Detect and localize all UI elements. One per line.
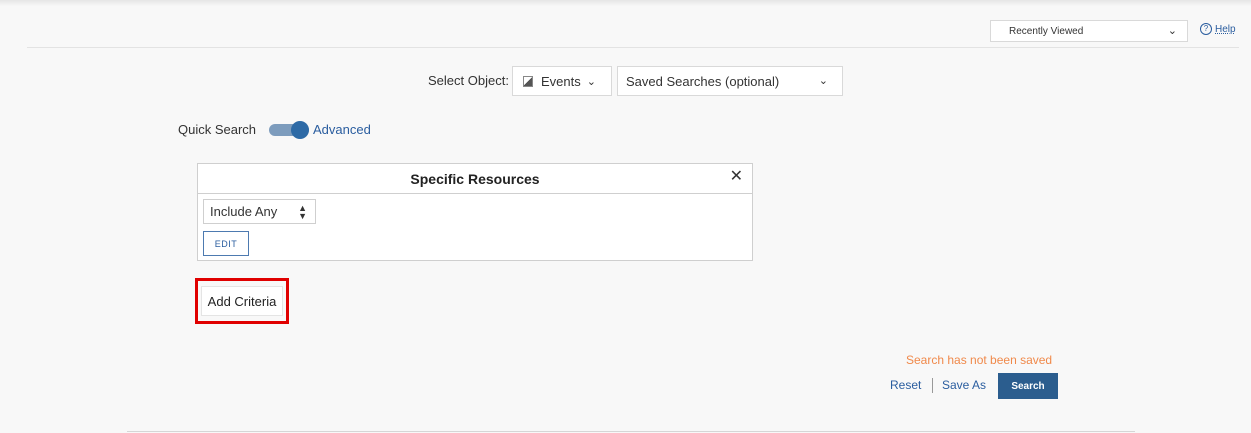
help-label: Help: [1215, 23, 1236, 35]
chevron-down-icon: ⌄: [586, 75, 596, 88]
save-status-text: Search has not been saved: [906, 353, 1053, 367]
document-icon: [523, 75, 533, 87]
advanced-label[interactable]: Advanced: [313, 122, 371, 137]
page: Recently Viewed ⌄ ? Help Select Object: …: [0, 0, 1251, 433]
recently-viewed-select[interactable]: Recently Viewed ⌄: [990, 20, 1188, 42]
saved-searches-value: Saved Searches (optional): [626, 73, 780, 89]
link-divider: [932, 378, 933, 393]
include-mode-select[interactable]: Include Any ▲ ▼: [203, 199, 316, 224]
chevron-down-icon: ⌄: [1167, 25, 1177, 37]
save-as-link[interactable]: Save As: [942, 378, 986, 392]
search-mode-toggle[interactable]: [269, 121, 309, 139]
sort-arrows-icon: ▲ ▼: [298, 203, 307, 221]
include-mode-value: Include Any: [210, 204, 278, 219]
help-icon: ?: [1200, 23, 1212, 35]
object-type-select[interactable]: Events ⌄: [512, 66, 612, 96]
object-type-value: Events: [541, 73, 581, 89]
close-icon[interactable]: ✕: [730, 169, 743, 185]
chevron-down-icon: ⌄: [818, 75, 828, 87]
add-criteria-button[interactable]: Add Criteria: [201, 286, 283, 316]
recently-viewed-value: Recently Viewed: [1009, 25, 1084, 37]
top-shadow: [0, 0, 1251, 6]
help-link[interactable]: ? Help: [1200, 23, 1236, 35]
saved-searches-select[interactable]: Saved Searches (optional) ⌄: [617, 66, 843, 96]
edit-button[interactable]: EDIT: [203, 231, 249, 256]
header-divider: [27, 47, 1239, 48]
panel-header: Specific Resources: [198, 164, 752, 194]
select-object-label: Select Object:: [428, 73, 509, 88]
specific-resources-panel: Specific Resources ✕ Include Any ▲ ▼ EDIT: [197, 163, 753, 261]
footer-divider: [127, 431, 1135, 432]
search-button[interactable]: Search: [998, 373, 1058, 399]
toggle-knob[interactable]: [291, 121, 309, 139]
quick-search-label: Quick Search: [178, 122, 257, 137]
panel-title: Specific Resources: [410, 170, 540, 187]
reset-link[interactable]: Reset: [890, 378, 921, 392]
highlight-box: Add Criteria: [195, 278, 289, 324]
